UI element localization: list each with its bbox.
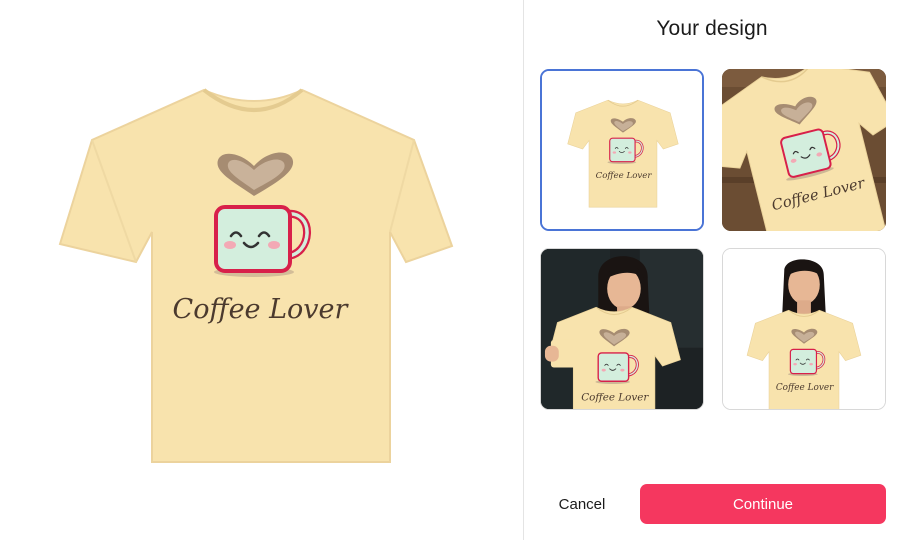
design-print-text: Coffee Lover	[173, 294, 350, 325]
cancel-button[interactable]: Cancel	[542, 484, 622, 524]
thumbnail-woman-studio-mockup[interactable]	[722, 248, 886, 410]
thumbnail-table-mockup[interactable]	[722, 69, 886, 231]
thumbnail-flat-mockup-selected[interactable]	[540, 69, 704, 231]
tshirt-preview-image: Coffee Lover	[58, 88, 454, 463]
design-preview: Coffee Lover	[0, 0, 523, 540]
thumbnail-woman-with-mug-mockup[interactable]	[540, 248, 704, 410]
your-design-panel: Your design Cancel Continue	[524, 0, 900, 540]
continue-button[interactable]: Continue	[640, 484, 886, 524]
panel-title: Your design	[656, 17, 768, 40]
